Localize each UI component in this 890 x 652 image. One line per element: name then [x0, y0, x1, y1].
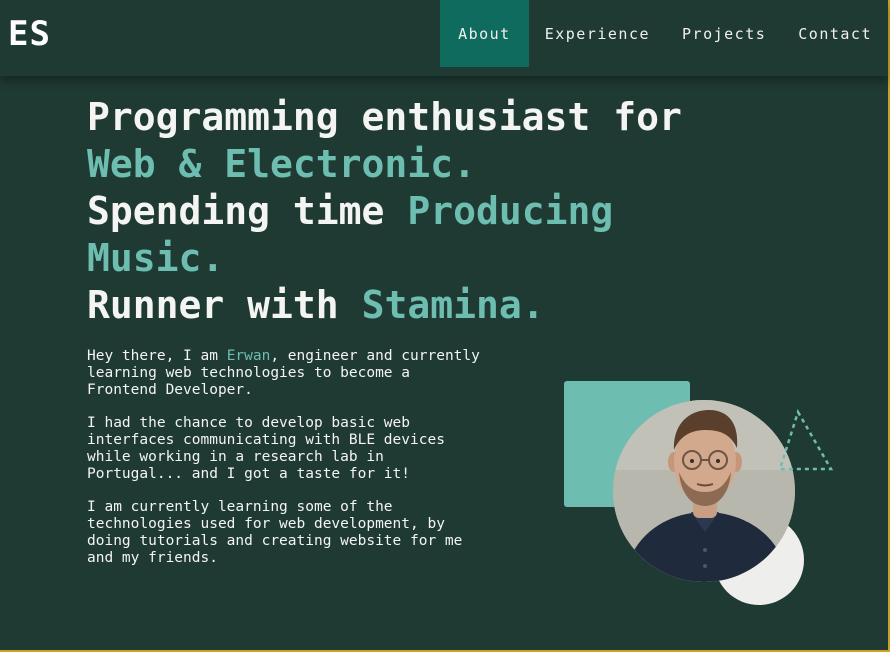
hero-line-3-accent: Producing [407, 189, 614, 233]
nav-experience[interactable]: Experience [529, 0, 666, 67]
hero-line-4: Music. [87, 236, 225, 280]
avatar [613, 400, 795, 582]
site-header: ES About Experience Projects Contact [0, 0, 888, 76]
logo[interactable]: ES [8, 14, 51, 54]
hero-line-5-plain: Runner with [87, 283, 339, 327]
hero-line-1: Programming enthusiast for [87, 95, 682, 139]
intro-name: Erwan [226, 348, 271, 364]
intro-paragraph-3: I am currently learning some of the tech… [87, 499, 463, 566]
intro-paragraph-1: Hey there, I am Erwan, engineer and curr… [87, 348, 487, 399]
main-nav: About Experience Projects Contact [440, 0, 888, 67]
hero-line-2: Web & Electronic. [87, 142, 476, 186]
hero-line-5: Runner with Stamina. [87, 282, 787, 329]
intro-text: Hey there, I am Erwan, engineer and curr… [87, 348, 487, 583]
hero-line-3: Spending time Producing [87, 188, 787, 235]
hero-line-5-accent: Stamina. [361, 283, 545, 327]
nav-about[interactable]: About [440, 0, 529, 67]
nav-projects[interactable]: Projects [666, 0, 782, 67]
triangle-outline-icon [778, 408, 834, 471]
intro-greeting: Hey there, I am [87, 348, 218, 364]
hero-line-3-plain: Spending time [87, 189, 385, 233]
nav-contact[interactable]: Contact [782, 0, 888, 67]
avatar-portrait [613, 400, 795, 582]
hero-heading: Programming enthusiast for Web & Electro… [87, 94, 787, 329]
intro-paragraph-2: I had the chance to develop basic web in… [87, 415, 445, 482]
